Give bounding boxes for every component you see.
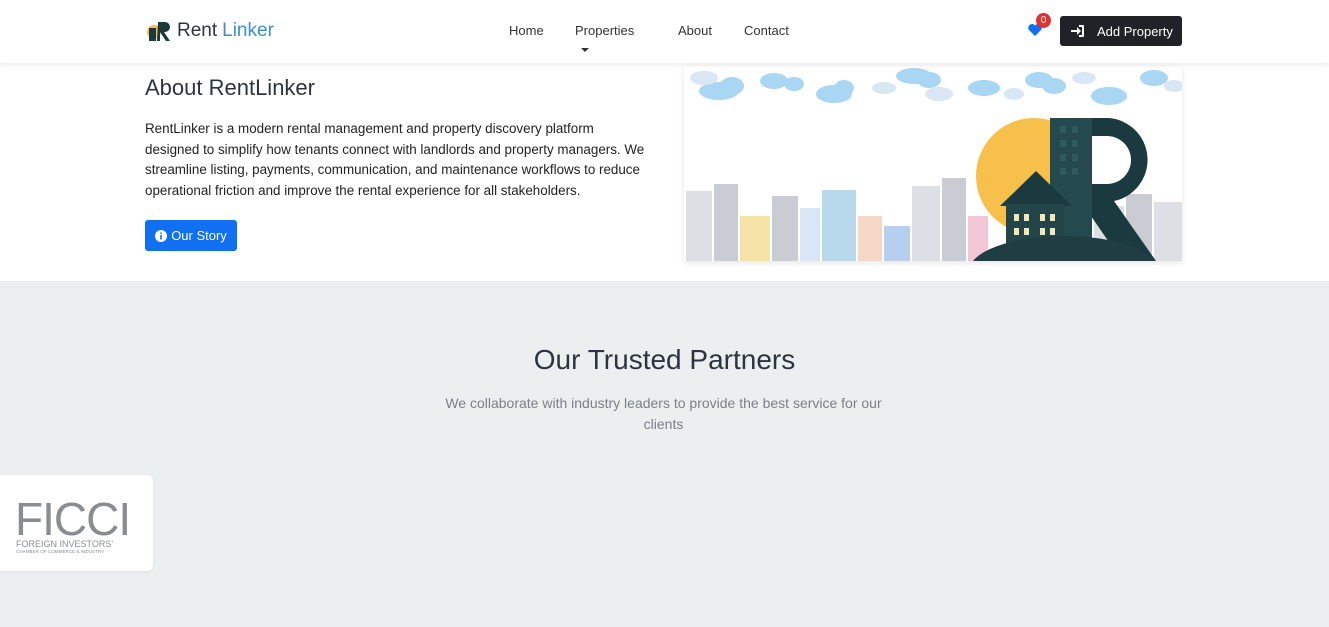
ficci-logo: FICCI FOREIGN INVESTORS' CHAMBER OF COMM… xyxy=(15,493,131,554)
logo-icon xyxy=(147,22,170,41)
nav-properties-label: Properties xyxy=(575,23,635,38)
about-title: About RentLinker xyxy=(145,75,315,100)
favorites-count-badge: 0 xyxy=(1036,13,1051,28)
top-navbar: Rent Linker Home Properties About Contac… xyxy=(0,0,1329,63)
our-story-button[interactable]: Our Story xyxy=(145,220,237,251)
add-property-button[interactable]: Add Property xyxy=(1060,16,1182,46)
nav-contact[interactable]: Contact xyxy=(744,22,789,40)
brand-name-linker: Linker xyxy=(222,20,274,41)
partners-subtitle: We collaborate with industry leaders to … xyxy=(445,395,882,432)
info-circle-icon xyxy=(155,229,168,242)
nav-properties-dropdown[interactable]: Properties xyxy=(575,22,634,58)
brand-logo-link[interactable]: Rent Linker xyxy=(146,18,274,44)
ficci-logo-name: FICCI xyxy=(15,493,130,545)
partners-title: Our Trusted Partners xyxy=(533,344,796,375)
brand-name-rent: Rent xyxy=(177,20,218,41)
add-property-label: Add Property xyxy=(1097,23,1173,39)
partner-logo-card: FICCI FOREIGN INVESTORS' CHAMBER OF COMM… xyxy=(0,475,153,571)
about-description: RentLinker is a modern rental management… xyxy=(145,121,645,198)
ficci-logo-tagline: FOREIGN INVESTORS' xyxy=(16,539,113,549)
about-hero-illustration xyxy=(684,66,1182,261)
partners-section: Our Trusted Partners We collaborate with… xyxy=(0,281,1329,627)
ficci-logo-subline: CHAMBER OF COMMERCE & INDUSTRY xyxy=(16,549,104,554)
nav-about[interactable]: About xyxy=(678,22,712,40)
city-illustration-icon xyxy=(684,66,1182,261)
our-story-label: Our Story xyxy=(171,228,227,243)
nav-home[interactable]: Home xyxy=(509,22,544,40)
caret-down-icon xyxy=(581,47,589,52)
sign-in-icon xyxy=(1071,25,1084,37)
